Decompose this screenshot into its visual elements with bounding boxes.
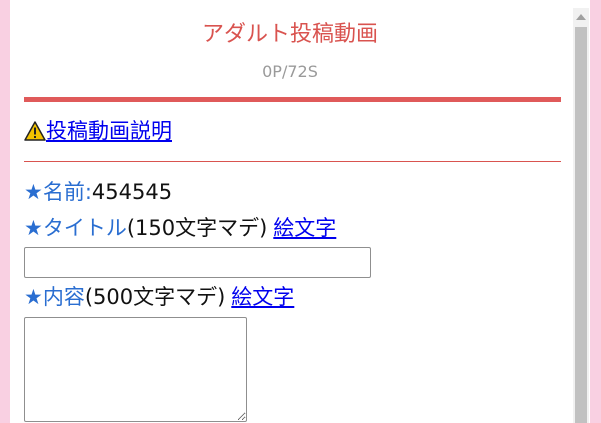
body-label: ★内容 <box>24 285 85 309</box>
vertical-scrollbar[interactable] <box>573 8 589 423</box>
warning-icon <box>24 120 46 142</box>
header-divider <box>24 97 561 102</box>
stats-counter: 0P/72S <box>262 62 318 81</box>
scroll-thumb[interactable] <box>575 27 587 423</box>
main-panel: アダルト投稿動画 0P/72S 投稿動画説明 ★名前:454545 ★タイトル(… <box>10 0 590 423</box>
body-emoji-link[interactable]: 絵文字 <box>231 285 294 309</box>
title-emoji-link[interactable]: 絵文字 <box>273 216 336 240</box>
body-row: ★内容(500文字マデ) 絵文字 <box>24 283 294 311</box>
chevron-up-icon <box>576 13 586 20</box>
notice-row: 投稿動画説明 <box>24 117 172 145</box>
scroll-up-button[interactable] <box>573 8 589 25</box>
title-input[interactable] <box>24 247 371 278</box>
page-title: アダルト投稿動画 <box>201 22 378 47</box>
body-limit: (500文字マデ) <box>84 285 226 309</box>
title-limit: (150文字マデ) <box>126 216 268 240</box>
body-textarea[interactable] <box>24 317 247 422</box>
title-row: ★タイトル(150文字マデ) 絵文字 <box>24 214 336 242</box>
name-row: ★名前:454545 <box>24 178 172 206</box>
title-label: ★タイトル <box>24 216 127 240</box>
section-divider <box>24 161 561 162</box>
name-value: 454545 <box>91 180 173 204</box>
name-label: ★名前: <box>24 180 92 204</box>
video-guide-link[interactable]: 投稿動画説明 <box>46 117 172 145</box>
